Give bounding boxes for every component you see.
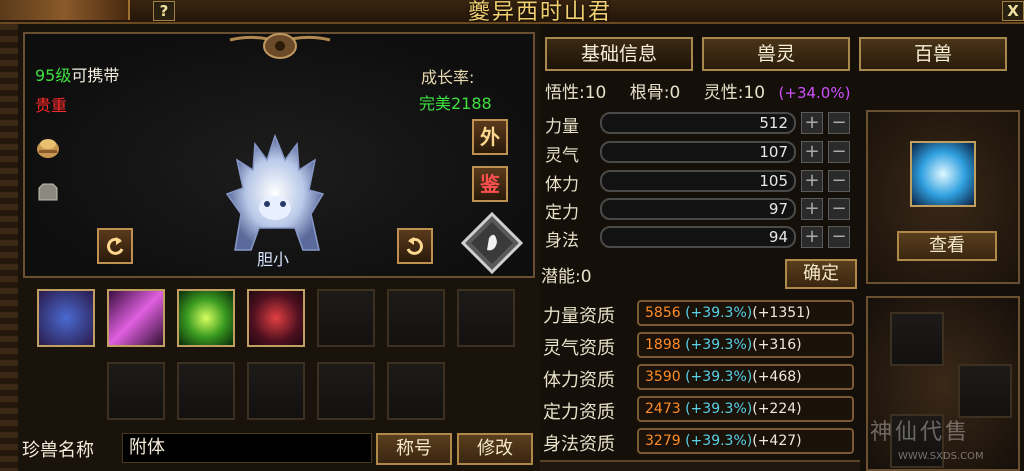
- quality-value: 5856 (+39.3%)(+1351): [637, 300, 854, 326]
- gengu-value: 0: [669, 83, 681, 103]
- potential-value: 0: [580, 267, 592, 287]
- empty-skill-slot[interactable]: [387, 289, 445, 347]
- quality-value: 3279 (+39.3%)(+427): [637, 428, 854, 454]
- stat-label: 力量: [545, 117, 579, 137]
- ornament-icon: [229, 33, 331, 59]
- next-row-edge: [540, 460, 860, 471]
- skill-slot-1[interactable]: [37, 289, 95, 347]
- watermark-url: WWW.SXDS.COM: [898, 451, 984, 462]
- title-button[interactable]: 称号: [376, 433, 452, 465]
- pet-level: 95级: [35, 66, 72, 85]
- wuxing-label: 悟性:: [545, 83, 585, 103]
- rotate-right-icon: [406, 237, 423, 255]
- rotate-left-button[interactable]: [97, 228, 133, 264]
- sack-icon[interactable]: [35, 182, 61, 204]
- empty-skill-slot[interactable]: [457, 289, 515, 347]
- external-button[interactable]: 外: [472, 119, 508, 155]
- quality-label: 体力资质: [543, 370, 615, 391]
- pet-personality: 胆小: [257, 250, 290, 269]
- lingxing-label: 灵性:: [703, 83, 744, 103]
- view-button[interactable]: 查看: [897, 231, 997, 261]
- pet-display-panel: 95级可携带 贵重 成长率: 完美2188 外 鉴 胆小: [23, 32, 535, 278]
- plus-button[interactable]: +: [801, 198, 823, 220]
- stat-value-bar: 105: [600, 170, 796, 192]
- watermark-name: 神仙代售: [870, 420, 971, 445]
- pet-name-field[interactable]: 附体: [122, 433, 372, 463]
- quality-value: 1898 (+39.3%)(+316): [637, 332, 854, 358]
- skill-slot-4[interactable]: [247, 289, 305, 347]
- empty-skill-slot[interactable]: [387, 362, 445, 420]
- empty-skill-slot[interactable]: [317, 289, 375, 347]
- rotate-left-icon: [107, 237, 124, 255]
- title-ornament: [0, 0, 130, 20]
- skill-slot-3[interactable]: [177, 289, 235, 347]
- modify-button[interactable]: 修改: [457, 433, 533, 465]
- plus-button[interactable]: +: [801, 112, 823, 134]
- growth-label: 成长率:: [421, 68, 475, 87]
- potential-row: 潜能:0: [541, 262, 592, 287]
- pet-rarity: 贵重: [35, 96, 68, 115]
- empty-skill-slot[interactable]: [107, 362, 165, 420]
- stat-value-bar: 107: [600, 141, 796, 163]
- stat-value-bar: 512: [600, 112, 796, 134]
- plus-button[interactable]: +: [801, 170, 823, 192]
- tab-beast-spirit[interactable]: 兽灵: [702, 37, 850, 71]
- empty-skill-slot[interactable]: [317, 362, 375, 420]
- help-button[interactable]: ?: [153, 1, 175, 21]
- diamond-icon[interactable]: [461, 212, 523, 274]
- quality-value: 3590 (+39.3%)(+468): [637, 364, 854, 390]
- quality-label: 灵气资质: [543, 338, 615, 359]
- beast-portrait-icon[interactable]: [910, 141, 976, 207]
- left-border-strip: [0, 24, 18, 471]
- plus-button[interactable]: +: [801, 141, 823, 163]
- quality-label: 定力资质: [543, 402, 615, 423]
- beast-slot[interactable]: [890, 312, 944, 366]
- close-button[interactable]: X: [1002, 1, 1024, 21]
- skill-slot-2[interactable]: [107, 289, 165, 347]
- stat-value-bar: 94: [600, 226, 796, 248]
- plus-button[interactable]: +: [801, 226, 823, 248]
- stat-label: 体力: [545, 175, 579, 195]
- bun-icon[interactable]: [35, 134, 61, 160]
- tab-hundred-beasts[interactable]: 百兽: [859, 37, 1007, 71]
- minus-button[interactable]: −: [828, 141, 850, 163]
- lingxing-value: 10: [743, 83, 766, 103]
- growth-value: 完美2188: [419, 94, 492, 113]
- lingxing-bonus: (+34.0%): [778, 84, 851, 102]
- empty-skill-slot[interactable]: [177, 362, 235, 420]
- attribute-row: 悟性:10 根骨:0 灵性:10 (+34.0%): [545, 78, 863, 103]
- gengu-label: 根骨:: [629, 83, 670, 103]
- minus-button[interactable]: −: [828, 112, 850, 134]
- minus-button[interactable]: −: [828, 170, 850, 192]
- confirm-button[interactable]: 确定: [785, 259, 857, 289]
- appraise-button[interactable]: 鉴: [472, 166, 508, 202]
- minus-button[interactable]: −: [828, 198, 850, 220]
- beast-slot[interactable]: [958, 364, 1012, 418]
- quality-label: 身法资质: [543, 434, 615, 455]
- tab-basic-info[interactable]: 基础信息: [545, 37, 693, 71]
- pet-name-label: 珍兽名称: [22, 440, 94, 461]
- stat-label: 灵气: [545, 146, 579, 166]
- stat-label: 身法: [545, 231, 579, 251]
- stat-label: 定力: [545, 203, 579, 223]
- rotate-right-button[interactable]: [397, 228, 433, 264]
- stat-value-bar: 97: [600, 198, 796, 220]
- empty-skill-slot[interactable]: [247, 362, 305, 420]
- potential-label: 潜能:: [541, 267, 581, 287]
- pet-carry-text: 可携带: [71, 66, 120, 85]
- quality-label: 力量资质: [543, 306, 615, 327]
- wuxing-value: 10: [584, 83, 607, 103]
- minus-button[interactable]: −: [828, 226, 850, 248]
- window-title: 夔异西时山君: [467, 0, 612, 25]
- quality-value: 2473 (+39.3%)(+224): [637, 396, 854, 422]
